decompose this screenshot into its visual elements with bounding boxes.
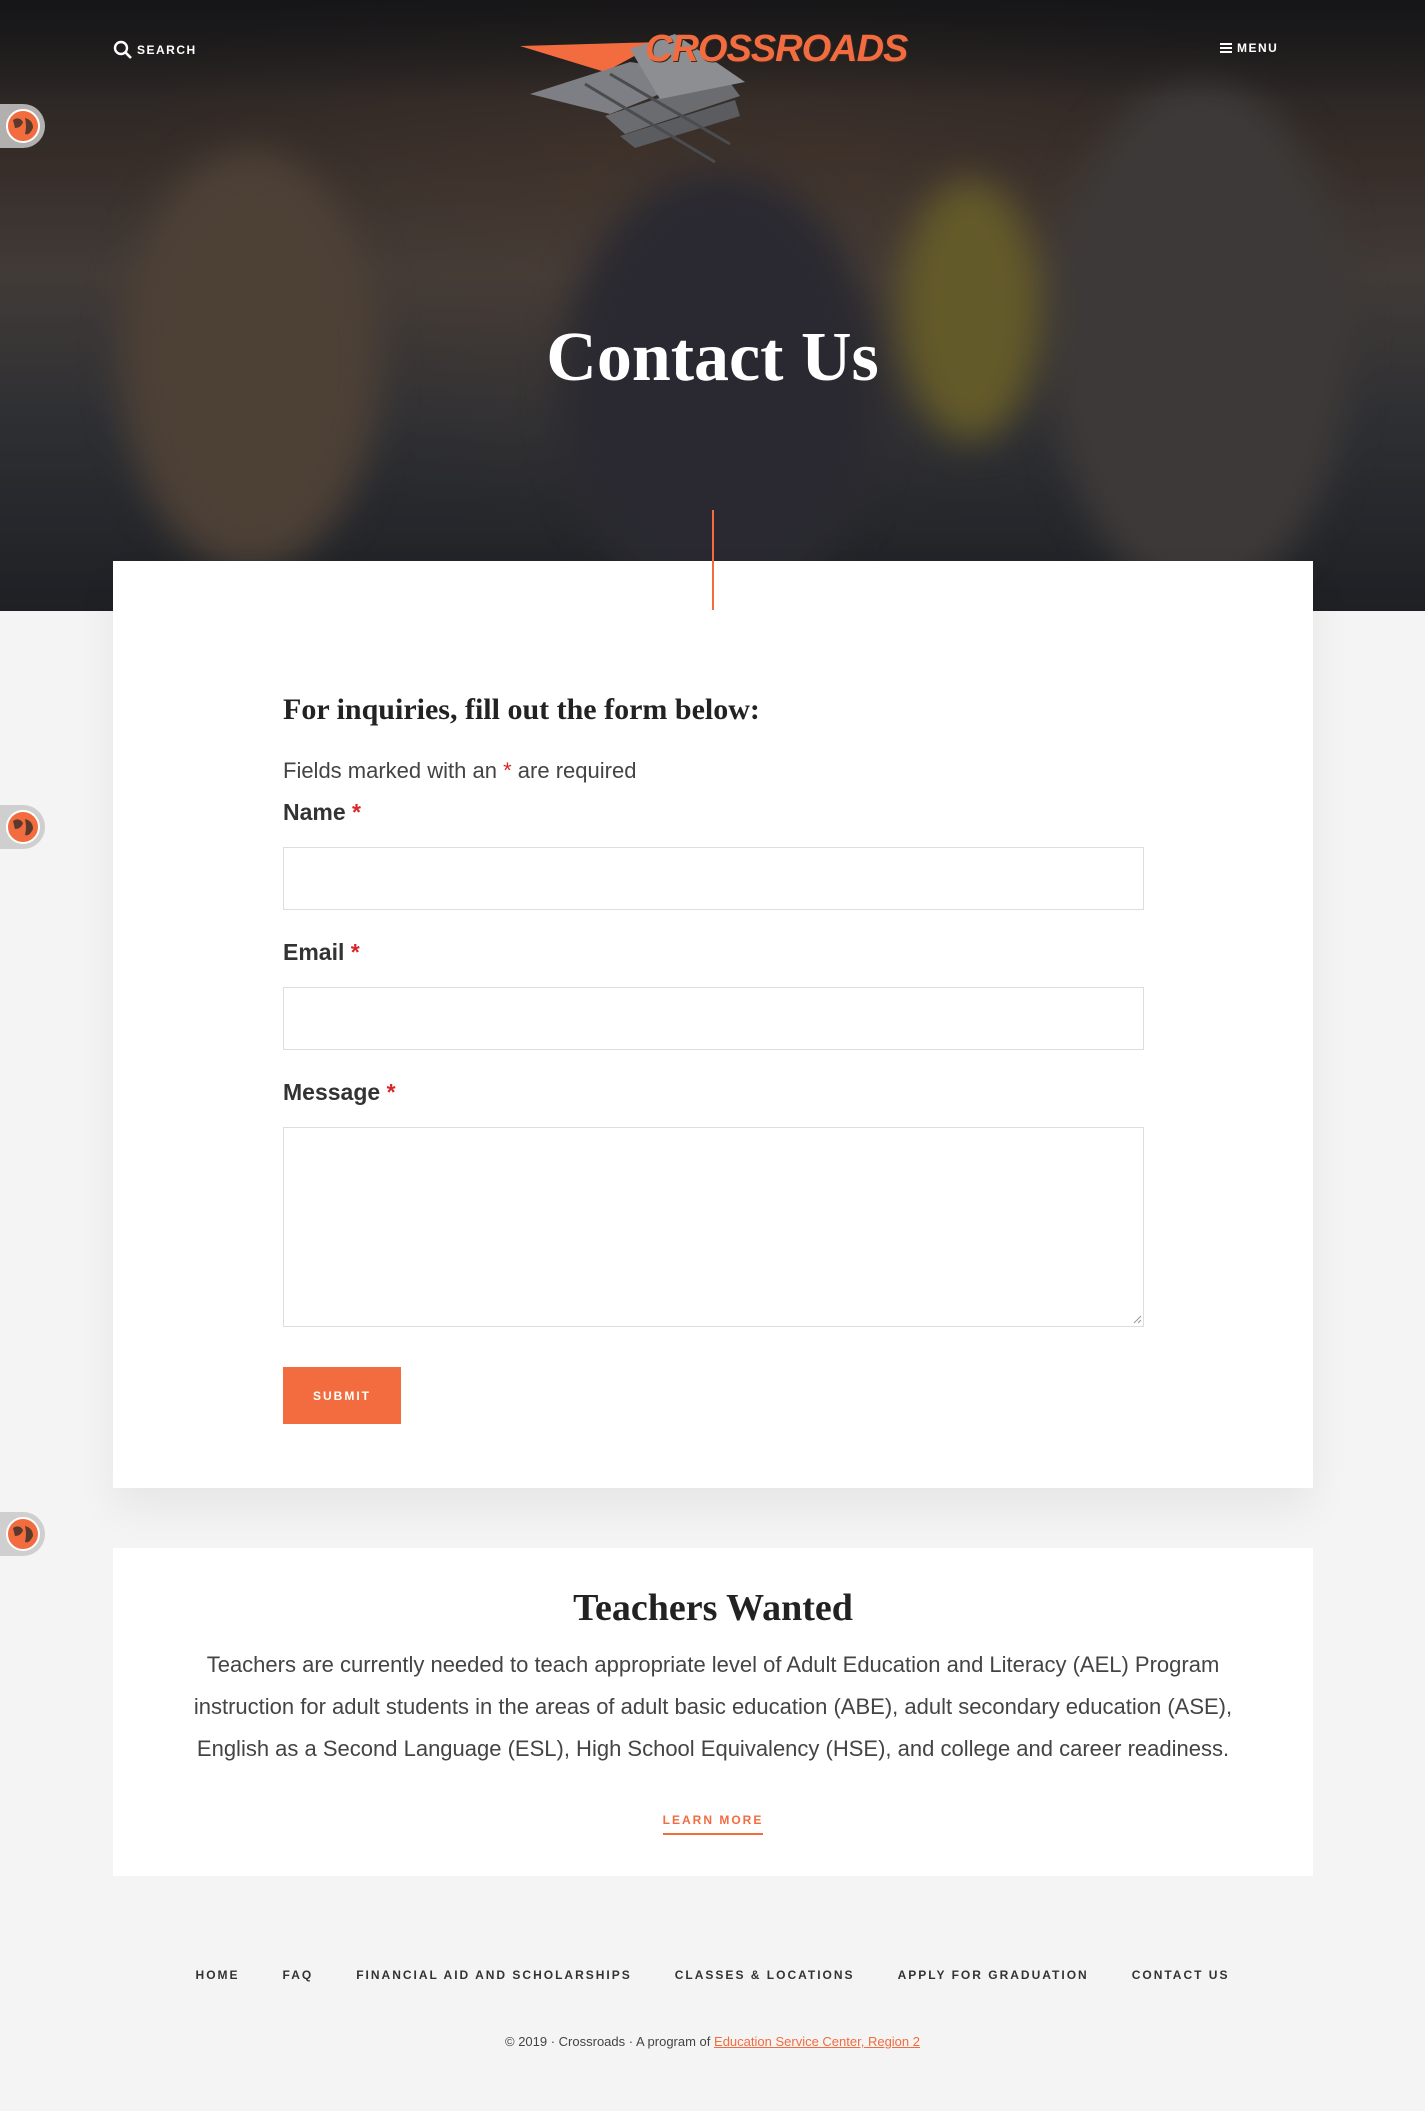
globe-icon	[6, 810, 40, 844]
footer-link-financial-aid[interactable]: FINANCIAL AID AND SCHOLARSHIPS	[356, 1968, 632, 1982]
footer-link-classes-locations[interactable]: CLASSES & LOCATIONS	[675, 1968, 855, 1982]
required-asterisk: *	[503, 758, 512, 783]
required-note: Fields marked with an * are required	[283, 758, 636, 784]
search-label: SEARCH	[137, 43, 197, 57]
name-label: Name *	[283, 799, 361, 826]
search-button[interactable]: SEARCH	[113, 40, 197, 60]
menu-button[interactable]: MENU	[1220, 41, 1278, 55]
footer-link-faq[interactable]: FAQ	[283, 1968, 314, 1982]
copyright-text: © 2019 · Crossroads · A program of	[505, 2034, 711, 2049]
menu-label: MENU	[1237, 41, 1279, 55]
hero-divider-line	[712, 510, 714, 610]
contact-form-card: For inquiries, fill out the form below: …	[113, 561, 1313, 1488]
translate-tab[interactable]	[0, 1512, 45, 1556]
form-intro: For inquiries, fill out the form below:	[283, 693, 760, 726]
teachers-wanted-title: Teachers Wanted	[573, 1587, 853, 1629]
resize-grip-icon[interactable]	[1133, 1315, 1142, 1324]
required-asterisk: *	[386, 1079, 396, 1105]
teachers-wanted-body: Teachers are currently needed to teach a…	[193, 1652, 1233, 1761]
footer-link-apply-graduation[interactable]: APPLY FOR GRADUATION	[898, 1968, 1089, 1982]
menu-icon	[1220, 43, 1232, 53]
globe-icon	[6, 109, 40, 143]
required-note-suffix: are required	[517, 758, 637, 783]
page-title: Contact Us	[546, 319, 879, 396]
required-asterisk: *	[352, 799, 361, 825]
required-asterisk: *	[350, 939, 360, 965]
submit-button[interactable]: SUBMIT	[283, 1367, 401, 1424]
message-label: Message *	[283, 1079, 396, 1106]
learn-more-link[interactable]: LEARN MORE	[662, 1813, 764, 1835]
name-label-text: Name	[283, 799, 346, 825]
teachers-wanted-card: Teachers Wanted Teachers are currently n…	[113, 1548, 1313, 1876]
org-link[interactable]: Education Service Center, Region 2	[714, 2034, 920, 2049]
name-input[interactable]	[283, 847, 1144, 910]
footer-link-contact-us[interactable]: CONTACT US	[1132, 1968, 1230, 1982]
search-icon	[113, 40, 132, 59]
translate-tab[interactable]	[0, 104, 45, 148]
required-note-prefix: Fields marked with an	[283, 758, 497, 783]
copyright: © 2019 · Crossroads · A program of Educa…	[0, 2034, 1425, 2049]
email-label: Email *	[283, 939, 360, 966]
logo-text: CROSSROADS	[645, 28, 908, 70]
message-label-text: Message	[283, 1079, 381, 1105]
learn-more-wrapper: LEARN MORE	[113, 1811, 1313, 1835]
translate-tab[interactable]	[0, 805, 45, 849]
globe-icon	[6, 1517, 40, 1551]
email-input[interactable]	[283, 987, 1144, 1050]
crossroads-logo[interactable]: CROSSROADS	[510, 24, 920, 169]
message-textarea[interactable]	[283, 1127, 1144, 1327]
footer-nav: HOME FAQ FINANCIAL AID AND SCHOLARSHIPS …	[0, 1968, 1425, 1982]
email-label-text: Email	[283, 939, 345, 965]
footer-link-home[interactable]: HOME	[196, 1968, 240, 1982]
